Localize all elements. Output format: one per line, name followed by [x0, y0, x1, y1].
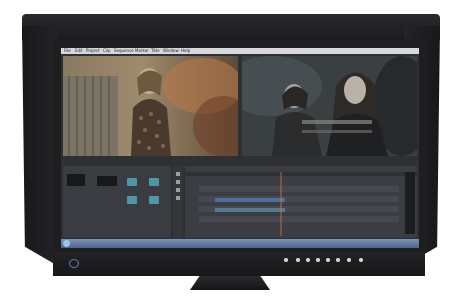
- menu-item[interactable]: Window: [163, 48, 179, 54]
- monitor-hood-top: [22, 14, 440, 40]
- menu-item[interactable]: Clip: [103, 48, 111, 54]
- monitor-control-button[interactable]: [347, 258, 351, 262]
- audio-meters: [405, 172, 415, 234]
- monitor-screen: File Edit Project Clip Sequence Marker T…: [61, 48, 419, 248]
- clip-icon[interactable]: [149, 178, 159, 186]
- program-monitor[interactable]: [242, 56, 417, 156]
- monitor-control-button[interactable]: [316, 258, 320, 262]
- monitor-control-button[interactable]: [306, 258, 310, 262]
- menu-item[interactable]: Marker: [135, 48, 149, 54]
- monitor-control-button[interactable]: [326, 258, 330, 262]
- monitor-control-button[interactable]: [284, 258, 288, 262]
- clip-icon[interactable]: [127, 178, 137, 186]
- timeline-tracks: [185, 172, 417, 236]
- tools-panel: [173, 166, 183, 238]
- clip-thumbnail[interactable]: [97, 176, 117, 186]
- monitor-chin: [53, 252, 425, 276]
- monitor-control-button[interactable]: [296, 258, 300, 262]
- monitor-stand: [190, 276, 270, 290]
- tool-icon[interactable]: [176, 196, 180, 200]
- clip-icon[interactable]: [149, 196, 159, 204]
- tool-icon[interactable]: [176, 188, 180, 192]
- menu-item[interactable]: Edit: [75, 48, 83, 54]
- clip-thumbnail[interactable]: [67, 174, 85, 186]
- tool-icon[interactable]: [176, 172, 180, 176]
- menu-item[interactable]: Help: [181, 48, 190, 54]
- menu-item[interactable]: File: [64, 48, 71, 54]
- menu-bar: File Edit Project Clip Sequence Marker T…: [61, 48, 419, 54]
- menu-item[interactable]: Title: [151, 48, 160, 54]
- taskbar: [61, 239, 419, 248]
- circle-logo-icon: [69, 259, 79, 268]
- tool-icon[interactable]: [176, 180, 180, 184]
- monitor-control-button[interactable]: [359, 258, 363, 262]
- monitor-control-button[interactable]: [336, 258, 340, 262]
- project-panel: [63, 166, 171, 238]
- source-monitor[interactable]: [63, 56, 238, 156]
- timeline-panel[interactable]: [185, 166, 417, 238]
- menu-item[interactable]: Project: [86, 48, 100, 54]
- clip-icon[interactable]: [127, 196, 137, 204]
- program-video-frame: [242, 56, 417, 156]
- menu-item[interactable]: Sequence: [114, 48, 134, 54]
- start-button[interactable]: [63, 240, 70, 247]
- source-video-frame: [63, 56, 238, 156]
